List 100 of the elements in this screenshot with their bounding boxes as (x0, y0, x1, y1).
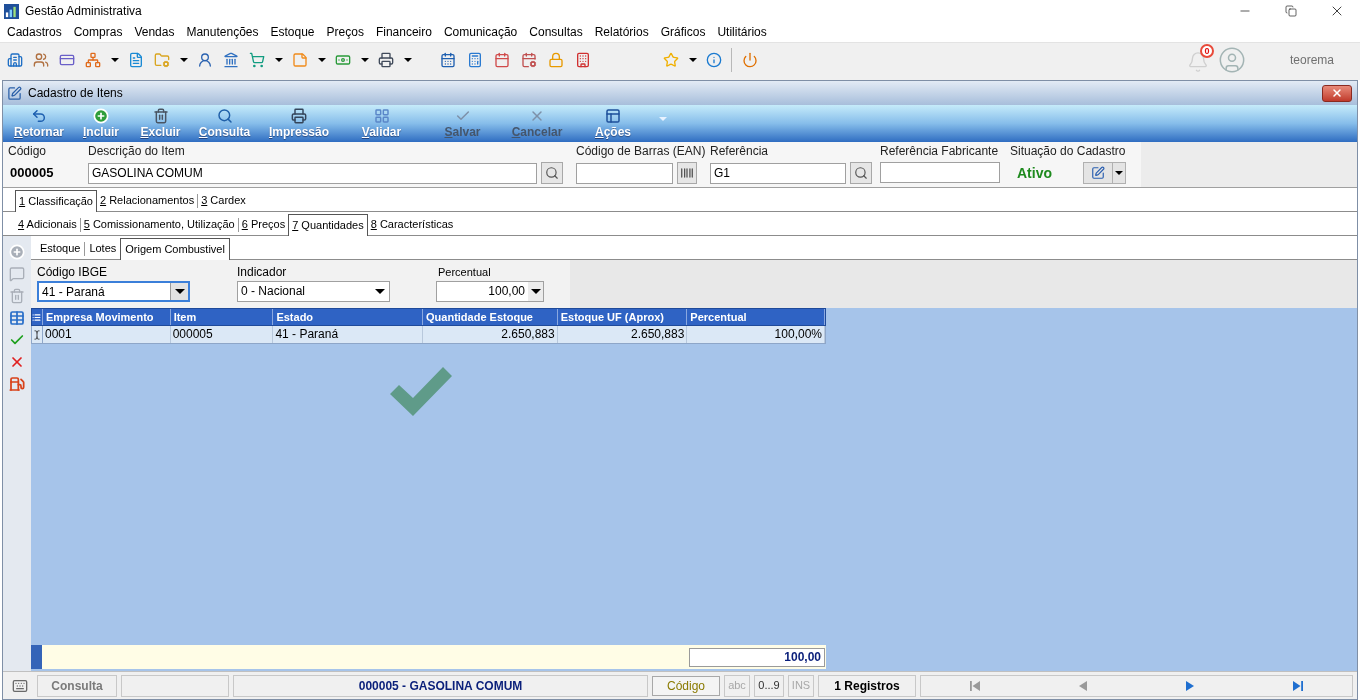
bell-icon[interactable] (1186, 50, 1209, 73)
status-value: Ativo (1017, 163, 1053, 183)
close-button[interactable] (1322, 84, 1352, 102)
tab[interactable]: 8 Características (367, 214, 457, 235)
search-button[interactable] (850, 162, 872, 184)
restore-icon[interactable] (1285, 5, 1297, 17)
tab[interactable]: 4 Adicionais (15, 214, 80, 235)
caret-icon[interactable] (530, 289, 541, 294)
window-icon (605, 108, 621, 124)
office-building-icon[interactable] (574, 51, 591, 68)
calendar-icon[interactable] (493, 51, 510, 68)
note-icon[interactable] (292, 51, 308, 68)
printer-icon (291, 108, 307, 124)
user-name: teorema (1289, 51, 1334, 69)
printer-icon[interactable] (378, 51, 394, 68)
caret-icon[interactable] (110, 57, 119, 62)
caret-icon[interactable] (375, 289, 385, 294)
table-cell: 41 - Paraná (273, 326, 423, 343)
tab[interactable]: 7 Quantidades (288, 214, 368, 236)
menu-item[interactable]: Consultas (523, 22, 589, 42)
field-label: Referência (710, 143, 770, 160)
table-cell: 000005 (170, 326, 274, 343)
building-icon[interactable] (7, 51, 23, 68)
calculator-icon[interactable] (466, 51, 483, 68)
menu-item[interactable]: Vendas (128, 22, 181, 42)
fuel-pump-icon[interactable] (9, 376, 25, 392)
field-label: Percentual (438, 265, 492, 280)
people-icon[interactable] (33, 51, 49, 68)
caret-icon[interactable] (179, 57, 188, 62)
text-field[interactable]: GASOLINA COMUM (88, 162, 537, 184)
table-cell: 2.650,883 (557, 326, 688, 343)
caret-icon[interactable] (1115, 171, 1123, 175)
check-mark-icon (390, 367, 452, 417)
field-label: Código (8, 143, 48, 160)
caret-icon[interactable] (360, 57, 369, 62)
tab[interactable]: 2 Relacionamentos (97, 190, 198, 211)
menu-item[interactable]: Compras (67, 22, 129, 42)
info-icon[interactable] (706, 51, 722, 68)
total-value: 100,00 (689, 647, 825, 667)
tab[interactable]: 6 Preços (238, 214, 289, 235)
search-icon (854, 166, 868, 180)
edit-dropdown-button[interactable] (1083, 162, 1126, 184)
column-header: Estado (273, 309, 423, 325)
caret-icon[interactable] (688, 57, 697, 62)
mode-status: Consulta (37, 674, 117, 697)
tab[interactable]: Origem Combustivel (120, 238, 230, 260)
menu-item[interactable]: Estoque (264, 22, 321, 42)
barcode-button[interactable] (677, 162, 697, 184)
hierarchy-icon[interactable] (85, 51, 101, 68)
table-icon[interactable] (9, 310, 25, 326)
close-icon (1331, 87, 1343, 99)
menu-item[interactable]: Cadastros (1, 22, 68, 42)
trash-icon (152, 108, 169, 124)
document-icon[interactable] (128, 51, 144, 68)
plus-circle-icon (93, 108, 109, 124)
window-title: Cadastro de Itens (28, 85, 123, 102)
tab[interactable]: 3 Cardex (198, 190, 249, 211)
menu-item[interactable]: Gráficos (654, 22, 712, 42)
triangle-right-icon[interactable] (1186, 680, 1195, 691)
dropdown-field[interactable]: 0 - Nacional (237, 281, 390, 302)
lock-icon[interactable] (547, 51, 564, 68)
caret-icon[interactable] (317, 57, 326, 62)
caret-icon[interactable] (274, 57, 283, 62)
caret-icon[interactable] (174, 289, 185, 294)
field-label: Código de Barras (EAN) (576, 143, 707, 160)
calendar-grid-icon[interactable] (439, 51, 456, 68)
power-icon[interactable] (742, 51, 758, 68)
menu-item[interactable]: Comunicação (437, 22, 524, 42)
cart-icon[interactable] (249, 51, 265, 68)
field-label: Código IBGE (37, 265, 109, 280)
calendar-gear-icon[interactable] (520, 51, 537, 68)
bank-icon[interactable] (223, 51, 239, 68)
tab[interactable]: 1 Classificação (15, 190, 97, 212)
cross-icon (529, 108, 545, 124)
tab[interactable]: Lotes (85, 238, 121, 259)
bar-chart-icon (4, 3, 19, 19)
menu-item[interactable]: Preços (320, 22, 370, 42)
sort-key-button[interactable]: Código (652, 675, 720, 696)
dropdown-field[interactable]: 100,00 (436, 281, 544, 302)
text-field[interactable]: G1 (710, 162, 846, 184)
tab[interactable]: 5 Comissionamento, Utilização (80, 214, 238, 235)
person-icon[interactable] (197, 51, 213, 68)
text-field[interactable] (576, 162, 673, 184)
caret-icon[interactable] (403, 57, 412, 62)
skip-forward-icon[interactable] (1293, 680, 1304, 691)
tab[interactable]: Estoque (36, 238, 85, 259)
menu-item[interactable]: Manutenções (180, 22, 265, 42)
menu-item[interactable]: Utilitários (711, 22, 773, 42)
cross-icon[interactable] (9, 354, 25, 370)
dropdown-field[interactable]: 41 - Paraná (37, 281, 190, 302)
table-row[interactable]: 0001 000005 41 - Paraná 2.650,883 2.650,883 100,00% (31, 326, 826, 344)
star-icon[interactable] (663, 51, 679, 68)
menu-item[interactable]: Financeiro (369, 22, 438, 42)
field-label: Referência Fabricante (880, 143, 1000, 160)
column-header: Empresa Movimento (42, 309, 171, 325)
search-button[interactable] (541, 162, 563, 184)
text-field[interactable] (880, 162, 1000, 183)
code-value: 000005 (10, 165, 55, 181)
menu-item[interactable]: Relatórios (588, 22, 655, 42)
keyboard-icon (12, 677, 28, 694)
